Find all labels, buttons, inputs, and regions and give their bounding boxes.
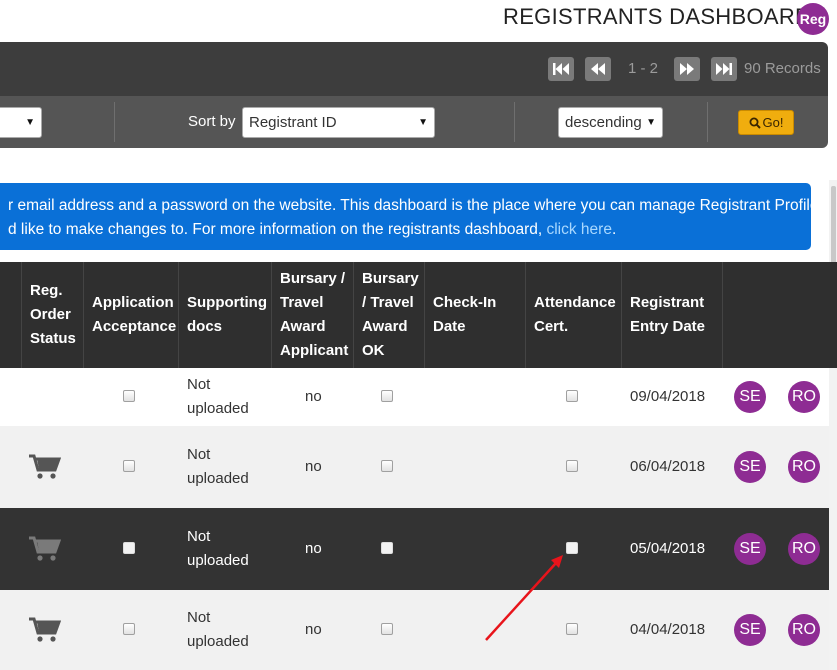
table-row[interactable]: Not uploaded no 06/04/2018 SE RO bbox=[0, 426, 829, 508]
ro-badge-button[interactable]: RO bbox=[788, 381, 820, 413]
application-acceptance-checkbox[interactable] bbox=[123, 542, 135, 554]
ro-badge-button[interactable]: RO bbox=[788, 451, 820, 483]
sort-order-select[interactable]: descending ▼ bbox=[558, 107, 663, 138]
supporting-docs-status: Not uploaded bbox=[187, 609, 249, 650]
go-label: Go! bbox=[762, 115, 784, 130]
search-icon bbox=[749, 117, 761, 129]
column-header-supporting-docs[interactable]: Supporting docs bbox=[178, 262, 271, 368]
supporting-docs-status: Not uploaded bbox=[187, 528, 249, 569]
prev-page-icon bbox=[591, 63, 605, 75]
cart-icon[interactable] bbox=[29, 536, 62, 567]
page-range: 1 - 2 bbox=[628, 60, 659, 77]
bursary-applicant-value: no bbox=[305, 621, 322, 638]
info-text-line2: d like to make changes to. For more info… bbox=[8, 218, 616, 241]
first-page-icon bbox=[553, 63, 569, 75]
application-acceptance-checkbox[interactable] bbox=[123, 390, 135, 402]
info-text-line1: r email address and a password on the we… bbox=[8, 197, 811, 214]
bursary-applicant-value: no bbox=[305, 540, 322, 557]
sort-field-value: Registrant ID bbox=[249, 114, 337, 131]
divider bbox=[114, 102, 115, 142]
se-badge-button[interactable]: SE bbox=[734, 614, 766, 646]
dropdown-arrow-icon: ▼ bbox=[418, 117, 428, 128]
bursary-applicant-value: no bbox=[305, 458, 322, 475]
column-header-attendance-cert[interactable]: Attendance Cert. bbox=[525, 262, 621, 368]
entry-date-value: 09/04/2018 bbox=[630, 388, 706, 405]
dropdown-arrow-icon: ▼ bbox=[646, 117, 656, 128]
sort-by-label: Sort by bbox=[188, 113, 236, 130]
bursary-ok-checkbox[interactable] bbox=[381, 390, 393, 402]
table-row[interactable]: Not uploaded no 04/04/2018 SE RO bbox=[0, 590, 829, 670]
filter-select[interactable]: ▼ bbox=[0, 107, 42, 138]
supporting-docs-status: Not uploaded bbox=[187, 446, 249, 487]
column-header-actions bbox=[722, 262, 837, 368]
pager-bar bbox=[0, 42, 828, 96]
column-header-entry-date[interactable]: Registrant Entry Date bbox=[621, 262, 722, 368]
application-acceptance-checkbox[interactable] bbox=[123, 623, 135, 635]
column-header-application-acceptance[interactable]: Application Acceptance bbox=[83, 262, 178, 368]
divider bbox=[514, 102, 515, 142]
bursary-ok-checkbox[interactable] bbox=[381, 542, 393, 554]
supporting-docs-status: Not uploaded bbox=[187, 376, 249, 417]
se-badge-button[interactable]: SE bbox=[734, 451, 766, 483]
column-header-check-in-date[interactable]: Check-In Date bbox=[424, 262, 525, 368]
page-title: REGISTRANTS DASHBOARD bbox=[503, 4, 812, 29]
info-text: d like to make changes to. For more info… bbox=[8, 221, 547, 238]
info-text-end: . bbox=[611, 221, 617, 238]
record-count: 90 Records bbox=[744, 60, 821, 77]
application-acceptance-checkbox[interactable] bbox=[123, 460, 135, 472]
prev-page-button[interactable] bbox=[585, 57, 611, 81]
sort-order-value: descending bbox=[565, 114, 642, 131]
cart-icon[interactable] bbox=[29, 617, 62, 648]
first-page-button[interactable] bbox=[548, 57, 574, 81]
cart-icon[interactable] bbox=[29, 454, 62, 485]
table-row[interactable]: Not uploaded no 09/04/2018 SE RO bbox=[0, 368, 829, 426]
entry-date-value: 05/04/2018 bbox=[630, 540, 706, 557]
attendance-cert-checkbox[interactable] bbox=[566, 542, 578, 554]
sort-field-select[interactable]: Registrant ID ▼ bbox=[242, 107, 435, 138]
table-row[interactable]: Not uploaded no 05/04/2018 SE RO bbox=[0, 508, 829, 590]
click-here-link[interactable]: click here bbox=[546, 221, 611, 238]
info-banner: r email address and a password on the we… bbox=[0, 183, 811, 250]
next-page-button[interactable] bbox=[674, 57, 700, 81]
attendance-cert-checkbox[interactable] bbox=[566, 460, 578, 472]
column-header-order-status[interactable]: Reg. Order Status bbox=[21, 262, 83, 368]
next-page-icon bbox=[680, 63, 694, 75]
attendance-cert-checkbox[interactable] bbox=[566, 390, 578, 402]
user-avatar[interactable]: Reg bbox=[797, 3, 829, 35]
last-page-icon bbox=[716, 63, 732, 75]
bursary-applicant-value: no bbox=[305, 388, 322, 405]
ro-badge-button[interactable]: RO bbox=[788, 614, 820, 646]
entry-date-value: 06/04/2018 bbox=[630, 458, 706, 475]
se-badge-button[interactable]: SE bbox=[734, 533, 766, 565]
last-page-button[interactable] bbox=[711, 57, 737, 81]
column-header-bursary-applicant[interactable]: Bursary / Travel Award Applicant bbox=[271, 262, 353, 368]
column-header-bursary-ok[interactable]: Bursary / Travel Award OK bbox=[353, 262, 424, 368]
bursary-ok-checkbox[interactable] bbox=[381, 460, 393, 472]
bursary-ok-checkbox[interactable] bbox=[381, 623, 393, 635]
ro-badge-button[interactable]: RO bbox=[788, 533, 820, 565]
entry-date-value: 04/04/2018 bbox=[630, 621, 706, 638]
go-button[interactable]: Go! bbox=[738, 110, 794, 135]
divider bbox=[707, 102, 708, 142]
dropdown-arrow-icon: ▼ bbox=[25, 117, 35, 128]
se-badge-button[interactable]: SE bbox=[734, 381, 766, 413]
attendance-cert-checkbox[interactable] bbox=[566, 623, 578, 635]
